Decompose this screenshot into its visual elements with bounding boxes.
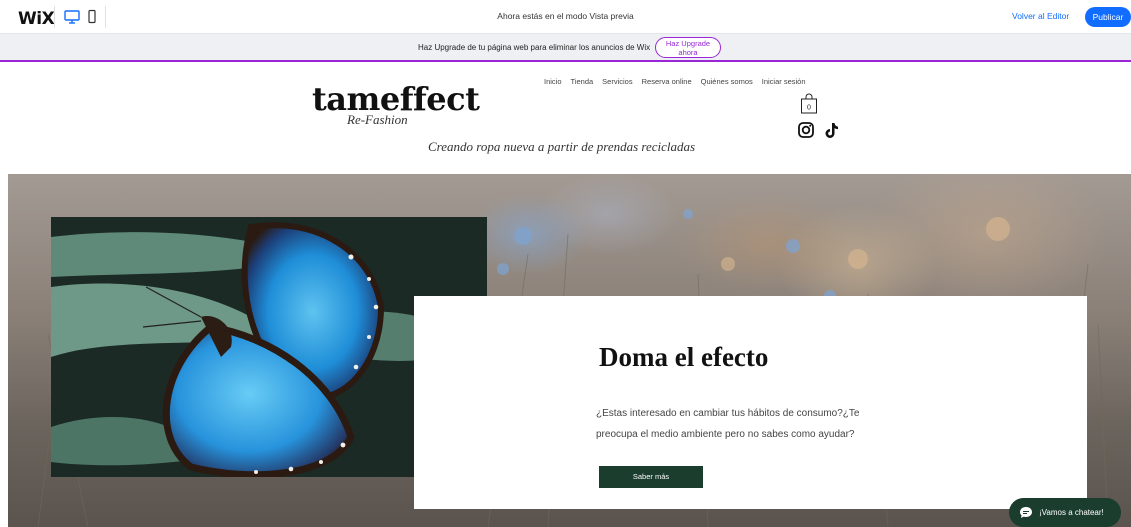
nav-item-inicio[interactable]: Inicio <box>544 77 562 86</box>
site-tagline: Creando ropa nueva a partir de prendas r… <box>428 139 696 154</box>
site-nav: Inicio Tienda Servicios Reserva online Q… <box>544 77 806 86</box>
upgrade-button-line2: ahora <box>678 47 698 57</box>
chat-bubble-icon <box>1020 507 1032 518</box>
upgrade-button[interactable]: Haz Upgrade ahora <box>655 37 721 58</box>
nav-item-tienda[interactable]: Tienda <box>571 77 594 86</box>
upgrade-message: Haz Upgrade de tu página web para elimin… <box>418 43 651 52</box>
preview-mode-message: Ahora estás en el modo Vista previa <box>497 11 634 21</box>
site-logo-subtitle: Re-Fashion <box>347 112 408 127</box>
back-to-editor-link[interactable]: Volver al Editor <box>1012 11 1069 21</box>
nav-item-reserva-online[interactable]: Reserva online <box>642 77 692 86</box>
cart-count: 0 <box>807 105 811 112</box>
instagram-icon[interactable] <box>797 121 815 139</box>
upgrade-banner: Haz Upgrade de tu página web para elimin… <box>0 34 1131 62</box>
nav-item-servicios[interactable]: Servicios <box>602 77 632 86</box>
shopping-bag-icon[interactable]: 0 <box>800 92 818 114</box>
nav-item-iniciar-sesion[interactable]: Iniciar sesión <box>762 77 806 86</box>
hero-title: Doma el efecto <box>599 342 769 372</box>
hero-text: ¿Estas interesado en cambiar tus hábitos… <box>596 408 860 440</box>
preview-toolbar: WiX Ahora estás en el modo Vista previa … <box>0 0 1131 34</box>
publish-button[interactable]: Publicar <box>1085 7 1131 27</box>
chat-button[interactable]: ¡Vamos a chatear! <box>1009 498 1121 527</box>
learn-more-button[interactable]: Saber más <box>599 466 703 488</box>
chat-label: ¡Vamos a chatear! <box>1039 508 1104 517</box>
nav-item-quienes-somos[interactable]: Quiénes somos <box>701 77 753 86</box>
tiktok-icon[interactable] <box>822 121 840 139</box>
